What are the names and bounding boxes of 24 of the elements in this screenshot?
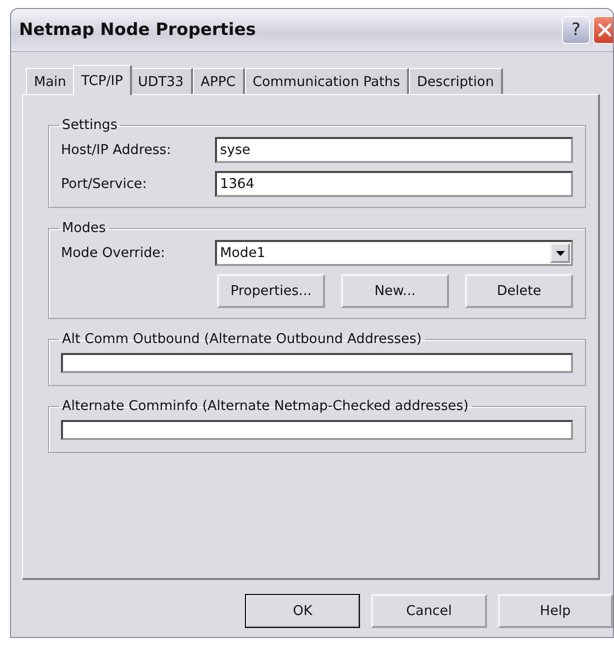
field-label: Port/Service: xyxy=(61,176,148,192)
tab[interactable]: Main xyxy=(26,68,76,94)
dialog-button[interactable]: OK xyxy=(245,594,360,628)
tab[interactable]: Description xyxy=(408,68,503,94)
mode-button[interactable]: New... xyxy=(341,274,449,308)
mode-button[interactable]: Properties... xyxy=(217,274,325,308)
group-title: Settings xyxy=(61,117,118,133)
field-label: Host/IP Address: xyxy=(61,142,172,158)
tab[interactable]: APPC xyxy=(192,68,245,94)
dialog-button[interactable]: Help xyxy=(498,594,613,628)
help-button[interactable]: ? xyxy=(562,16,590,44)
mode-button[interactable]: Delete xyxy=(465,274,573,308)
input-field[interactable]: 1364 xyxy=(215,171,573,197)
group-title: Alternate Comminfo (Alternate Netmap-Checked addresses) xyxy=(61,398,470,414)
window-title: Netmap Node Properties xyxy=(19,20,257,40)
input-field[interactable]: syse xyxy=(215,137,573,163)
field-label: Mode Override: xyxy=(61,245,166,261)
tab[interactable]: TCP/IP xyxy=(73,65,132,95)
group-title: Modes xyxy=(61,220,107,236)
tab[interactable]: Communication Paths xyxy=(244,68,409,94)
group-title: Alt Comm Outbound (Alternate Outbound Addresses) xyxy=(61,331,423,347)
dropdown[interactable]: Mode1 xyxy=(215,240,573,266)
dialog-button[interactable]: Cancel xyxy=(371,594,487,628)
tab[interactable]: UDT33 xyxy=(130,68,193,94)
